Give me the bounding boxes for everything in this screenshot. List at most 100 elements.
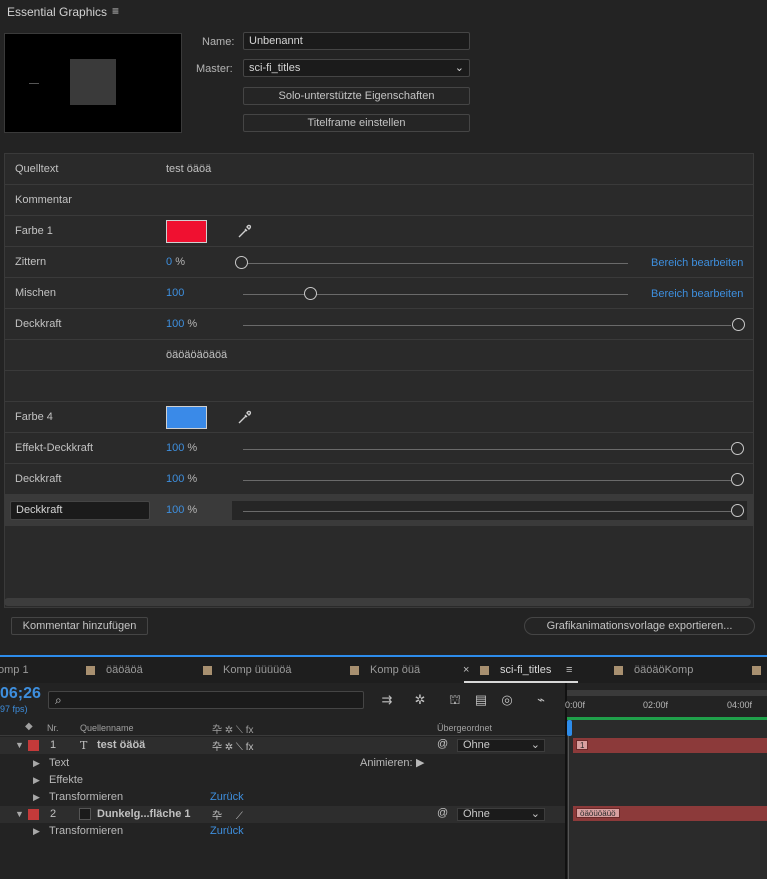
tab-comp-6[interactable]: öäöäöKomp xyxy=(634,664,693,676)
solo-properties-button[interactable]: Solo-unterstützte Eigenschaften xyxy=(243,87,470,105)
name-field[interactable]: Unbenannt xyxy=(243,32,470,50)
title-frame-button[interactable]: Titelframe einstellen xyxy=(243,114,470,132)
layer-label-color[interactable] xyxy=(28,740,39,751)
property-value[interactable]: 100 xyxy=(166,473,184,485)
property-label: Quelltext xyxy=(15,163,59,175)
slider-knob[interactable] xyxy=(304,287,318,300)
layer2-transform-group[interactable]: ▶ Transformieren Zurück xyxy=(0,823,565,840)
property-value[interactable]: 0 xyxy=(166,256,172,268)
expand-triangle-icon[interactable]: ▼ xyxy=(15,740,24,750)
color-swatch[interactable] xyxy=(166,220,207,243)
draft-3d-icon[interactable]: ✲ xyxy=(412,692,428,708)
layer1-transform-group[interactable]: ▶ Transformieren Zurück xyxy=(0,789,565,806)
layer1-duration-bar[interactable] xyxy=(573,738,767,753)
expand-triangle-icon[interactable]: ▶ xyxy=(33,758,40,769)
property-row-farbe4[interactable]: Farbe 4 xyxy=(5,402,753,433)
property-value[interactable]: 100 xyxy=(166,287,184,299)
edit-range-link[interactable]: Bereich bearbeiten xyxy=(651,288,743,300)
expand-triangle-icon[interactable]: ▶ xyxy=(33,775,40,786)
slider-knob[interactable] xyxy=(731,504,744,517)
property-row-zittern[interactable]: Zittern 0 % Bereich bearbeiten xyxy=(5,247,753,278)
comp-icon xyxy=(480,666,489,675)
edit-range-link[interactable]: Bereich bearbeiten xyxy=(651,257,743,269)
work-area-bar[interactable] xyxy=(567,690,767,696)
timecode[interactable]: 06;26 xyxy=(0,685,41,703)
label-icon[interactable]: ◆ xyxy=(25,721,33,732)
eyedropper-icon[interactable] xyxy=(237,223,253,239)
slider-track[interactable] xyxy=(243,511,731,512)
slider-track[interactable] xyxy=(243,263,628,264)
layer-label-color[interactable] xyxy=(28,809,39,820)
parent-select[interactable]: Ohne ⌄ xyxy=(457,808,545,821)
property-value[interactable]: 100 xyxy=(166,504,184,516)
comp-flowchart-icon[interactable]: ⇉ xyxy=(379,692,395,708)
time-ruler[interactable]: 0:00f 02:00f 04:00f xyxy=(565,683,767,720)
layer-switches[interactable]: 卆 ⟋ xyxy=(212,807,243,822)
column-source-name[interactable]: Quellenname xyxy=(80,723,134,733)
search-icon: ⌕ xyxy=(55,693,62,707)
timeline-tabs: omp 1 öäöäöä Komp üüüüöä Komp öüä × sci-… xyxy=(0,655,767,683)
property-value-wrap: 100 % xyxy=(166,318,197,330)
slider-track[interactable] xyxy=(243,449,731,450)
tab-comp-2[interactable]: öäöäöä xyxy=(106,664,143,676)
shy-layers-icon[interactable]: ⛫ xyxy=(447,692,463,708)
slider-knob[interactable] xyxy=(731,473,744,486)
property-row-deckkraft-3[interactable]: Deckkraft 100 % xyxy=(5,495,753,526)
pick-whip-icon[interactable]: @ xyxy=(437,807,448,819)
color-swatch[interactable] xyxy=(166,406,207,429)
playhead-handle[interactable] xyxy=(567,720,572,736)
add-comment-button[interactable]: Kommentar hinzufügen xyxy=(11,617,148,635)
tab-komp-1[interactable]: omp 1 xyxy=(0,664,29,676)
frame-blending-icon[interactable]: ▤ xyxy=(473,692,489,708)
layer-name[interactable]: test öäöä xyxy=(97,739,145,751)
property-name-field[interactable]: Deckkraft xyxy=(10,501,150,520)
property-value[interactable]: 100 xyxy=(166,318,184,330)
expand-triangle-icon[interactable]: ▼ xyxy=(15,809,24,819)
property-row-quelltext[interactable]: Quelltext test öäöä xyxy=(5,154,753,185)
slider-knob[interactable] xyxy=(235,256,248,269)
pick-whip-icon[interactable]: @ xyxy=(437,738,448,750)
master-select[interactable]: sci-fi_titles ⌄ xyxy=(243,59,470,77)
tab-menu-icon[interactable]: ≡ xyxy=(566,664,572,676)
motion-blur-icon[interactable]: ◎ xyxy=(499,692,515,708)
eyedropper-icon[interactable] xyxy=(237,409,253,425)
slider-track[interactable] xyxy=(243,294,628,295)
reset-link[interactable]: Zurück xyxy=(210,791,244,803)
reset-link[interactable]: Zurück xyxy=(210,825,244,837)
layer1-text-group[interactable]: ▶ Text Animieren: ▶ xyxy=(0,755,565,772)
export-template-button[interactable]: Grafikanimationsvorlage exportieren... xyxy=(524,617,755,635)
slider-knob[interactable] xyxy=(731,442,744,455)
graph-editor-icon[interactable]: ⌁ xyxy=(533,692,549,708)
property-row-deckkraft-2[interactable]: Deckkraft 100 % xyxy=(5,464,753,495)
slider-track[interactable] xyxy=(243,480,731,481)
expand-triangle-icon[interactable]: ▶ xyxy=(33,792,40,803)
panel-menu-icon[interactable]: ≡ xyxy=(112,4,119,18)
close-icon[interactable]: × xyxy=(463,664,469,676)
animate-play-icon[interactable]: ▶ xyxy=(416,756,424,769)
tab-comp-4[interactable]: Komp öüä xyxy=(370,664,420,676)
property-row-mischen[interactable]: Mischen 100 Bereich bearbeiten xyxy=(5,278,753,309)
parent-select-value: Ohne xyxy=(463,739,490,751)
layer-row-2[interactable]: ▼ 2 Dunkelg...fläche 1 卆 ⟋ @ Ohne ⌄ xyxy=(0,806,565,823)
layer-name[interactable]: Dunkelg...fläche 1 xyxy=(97,808,191,820)
expand-triangle-icon[interactable]: ▶ xyxy=(33,826,40,837)
tab-sci-fi-titles[interactable]: sci-fi_titles xyxy=(500,664,551,676)
layer-row-1[interactable]: ▼ 1 T test öäöä 卆 ✲ ⟍ fx @ Ohne ⌄ xyxy=(0,737,565,754)
property-value[interactable]: 100 xyxy=(166,442,184,454)
property-row-farbe1[interactable]: Farbe 1 xyxy=(5,216,753,247)
layer1-effects-group[interactable]: ▶ Effekte xyxy=(0,772,565,789)
layer-switches[interactable]: 卆 ✲ ⟍ fx xyxy=(212,738,254,753)
property-row-deckkraft[interactable]: Deckkraft 100 % xyxy=(5,309,753,340)
slider-track[interactable] xyxy=(243,325,731,326)
layer2-bar-tag: öäöüöäüö xyxy=(576,808,620,818)
property-row-effekt-deckkraft[interactable]: Effekt-Deckkraft 100 % xyxy=(5,433,753,464)
slider-knob[interactable] xyxy=(732,318,745,331)
animate-label[interactable]: Animieren: xyxy=(360,757,413,769)
panel-title[interactable]: Essential Graphics xyxy=(7,5,107,19)
parent-select[interactable]: Ohne ⌄ xyxy=(457,739,545,752)
property-label: Deckkraft xyxy=(15,318,62,330)
property-value[interactable]: test öäöä xyxy=(166,163,211,175)
tab-comp-3[interactable]: Komp üüüüöä xyxy=(223,664,292,676)
horizontal-scrollbar[interactable] xyxy=(4,598,751,606)
search-input[interactable]: ⌕ xyxy=(48,691,364,709)
